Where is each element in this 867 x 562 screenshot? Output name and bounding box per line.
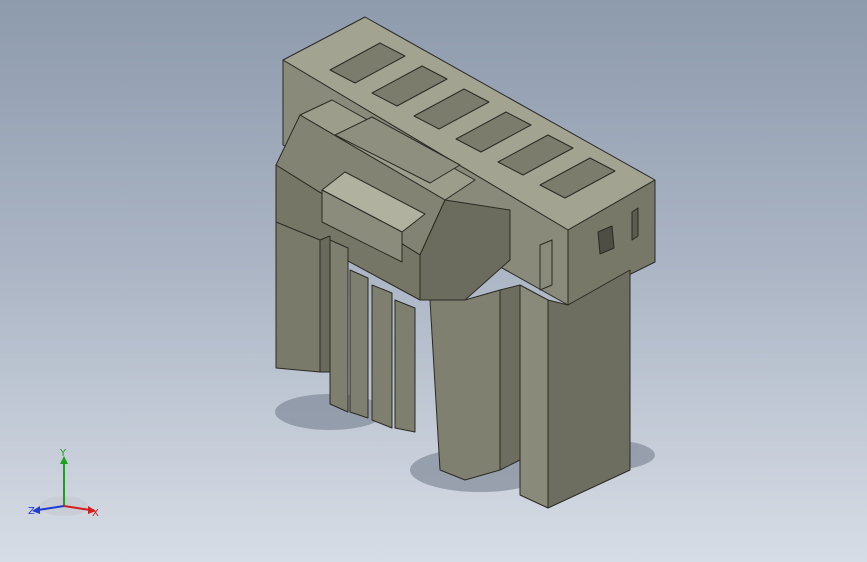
connector-model[interactable] [0, 0, 867, 562]
3d-viewport[interactable]: Y X Z [0, 0, 867, 562]
y-axis-label: Y [59, 448, 67, 459]
front-housing-front [519, 284, 549, 509]
left-leg-side [319, 235, 331, 373]
front-housing-side [547, 269, 631, 509]
small-peg [539, 239, 553, 291]
axis-triad: Y X Z [28, 448, 99, 519]
z-axis-label: Z [28, 506, 35, 517]
side-slot [631, 207, 639, 241]
right-post-side [499, 284, 521, 471]
left-leg [275, 221, 321, 373]
right-post [429, 289, 501, 481]
x-axis-label: X [92, 508, 99, 519]
